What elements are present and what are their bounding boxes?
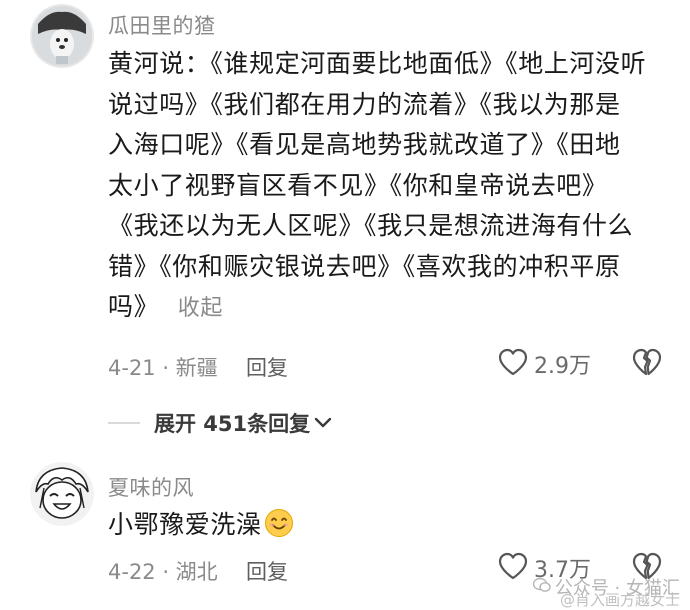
- avatar[interactable]: [30, 4, 94, 68]
- expand-replies-button[interactable]: 展开 451条回复: [154, 408, 332, 438]
- comment-line: 吗》: [108, 292, 160, 321]
- comment-line: 黄河说：《谁规定河面要比地面低》《地上河没听: [108, 49, 647, 78]
- dislike-button[interactable]: [632, 348, 662, 380]
- reply-button[interactable]: 回复: [246, 556, 288, 586]
- heart-outline-icon: [498, 348, 528, 380]
- comment-text: 黄河说：《谁规定河面要比地面低》《地上河没听 说过吗》《我们都在用力的流着》《我…: [108, 44, 668, 330]
- expand-replies-label: 展开 451条回复: [154, 412, 311, 436]
- heart-outline-icon: [498, 552, 528, 584]
- comment-line-last: 吗》 收起: [108, 287, 668, 330]
- comment-line: 《我还以为无人区呢》《我只是想流进海有什么: [108, 211, 634, 240]
- date-location: 4-21 · 新疆: [108, 356, 218, 380]
- comment-line: 入海口呢》《看见是高地势我就改道了》《田地: [108, 130, 621, 159]
- watermark-bottom: @肖入画方越女士: [559, 591, 680, 609]
- comment-line: 说过吗》《我们都在用力的流着》《我以为那是: [108, 89, 621, 119]
- date-location: 4-22 · 湖北: [108, 560, 218, 584]
- divider-line: [108, 422, 140, 424]
- reply-button[interactable]: 回复: [246, 352, 288, 382]
- like-button[interactable]: 2.9万: [498, 348, 591, 380]
- comment-line: 错》《你和赈灾银说去吧》《喜欢我的冲积平原: [108, 251, 621, 281]
- collapse-button[interactable]: 收起: [178, 296, 223, 321]
- broken-heart-icon: [632, 348, 662, 380]
- avatar[interactable]: [30, 462, 94, 526]
- wechat-icon: [532, 577, 551, 598]
- smile-emoji-icon: [264, 508, 294, 551]
- username[interactable]: 夏味的风: [108, 472, 194, 502]
- comment-text-content: 小鄂豫爱洗澡: [108, 510, 262, 539]
- chevron-down-icon: [314, 411, 332, 435]
- like-count: 2.9万: [534, 354, 591, 379]
- expand-replies-row: 展开 451条回复: [108, 406, 588, 440]
- username[interactable]: 瓜田里的猹: [108, 10, 216, 40]
- comment-line: 太小了视野盲区看不见》《你和皇帝说去吧》: [108, 170, 608, 200]
- comment-text: 小鄂豫爱洗澡: [108, 505, 294, 551]
